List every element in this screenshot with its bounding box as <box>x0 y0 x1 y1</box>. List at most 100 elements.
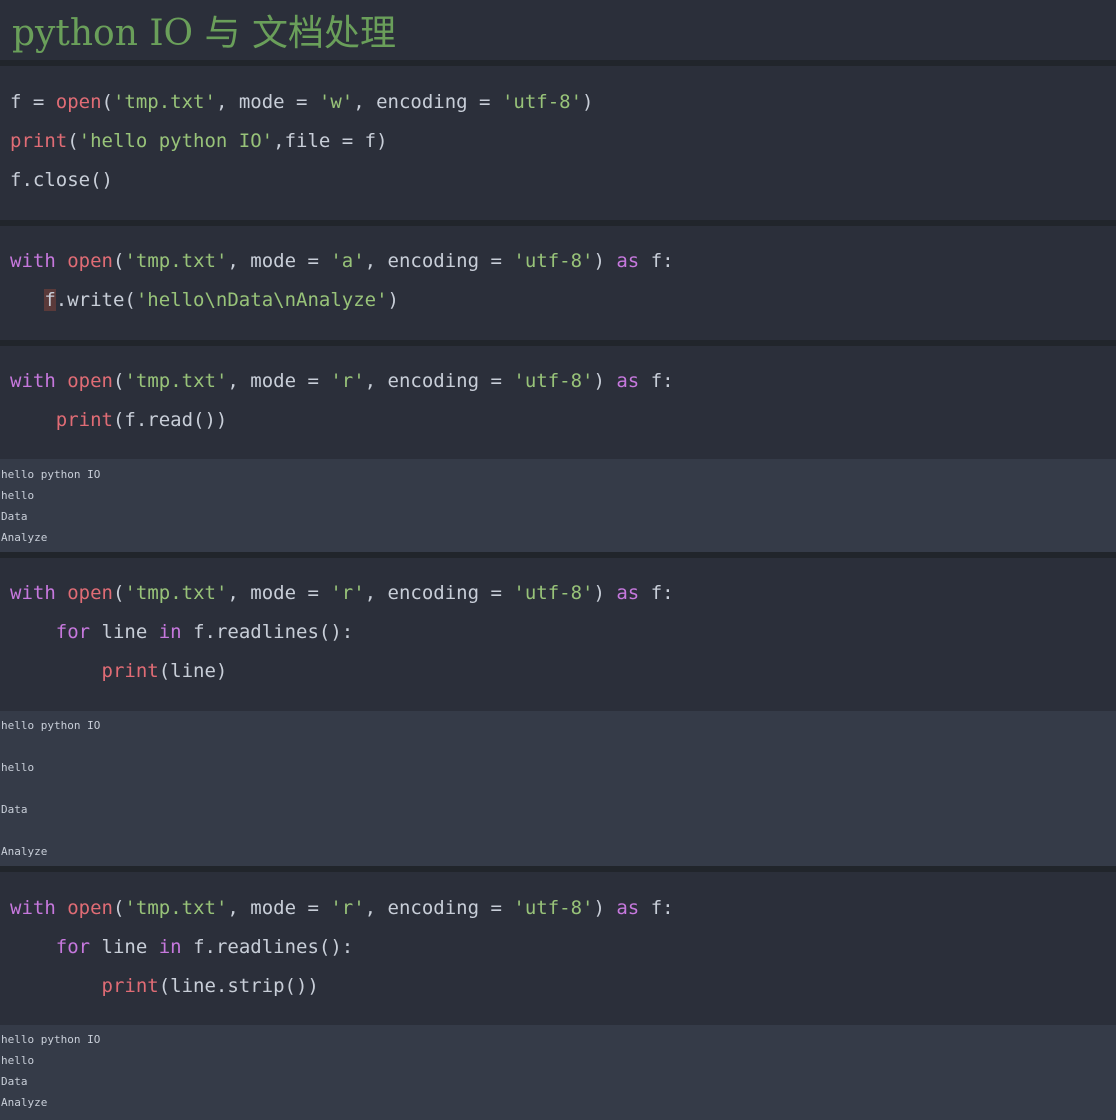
output-line: hello python IO <box>1 1033 101 1046</box>
code-token: 'tmp.txt' <box>124 582 228 604</box>
code-token: print <box>55 409 113 431</box>
code-token: , encoding = <box>353 91 502 113</box>
code-token: as <box>616 582 640 604</box>
output-line: hello <box>1 761 35 774</box>
code-token: , encoding = <box>364 250 514 272</box>
output-line: hello <box>1 489 35 502</box>
code-line: with open('tmp.txt', mode = 'a', encodin… <box>10 248 674 274</box>
code-cell[interactable]: with open('tmp.txt', mode = 'r', encodin… <box>0 872 1116 1025</box>
code-line: for line in f.readlines(): <box>10 934 353 960</box>
code-token: (line) <box>158 660 228 682</box>
code-token: ( <box>112 250 125 272</box>
code-token: , mode = <box>227 250 331 272</box>
code-token: 'tmp.txt' <box>124 897 228 919</box>
code-token: f: <box>639 897 674 919</box>
code-token: print <box>101 975 159 997</box>
code-token: f.readlines(): <box>181 936 354 958</box>
code-line: with open('tmp.txt', mode = 'r', encodin… <box>10 368 674 394</box>
code-token: ) <box>593 582 617 604</box>
code-token: ( <box>112 582 125 604</box>
code-token: f <box>44 289 56 311</box>
code-cell[interactable]: with open('tmp.txt', mode = 'r', encodin… <box>0 346 1116 459</box>
code-token: 'utf-8' <box>513 370 594 392</box>
code-token: with <box>10 897 56 919</box>
code-cell[interactable]: with open('tmp.txt', mode = 'a', encodin… <box>0 226 1116 340</box>
cell-output: hello python IO hello Data Analyze <box>0 711 1116 866</box>
code-token: 'hello\nData\nAnalyze' <box>135 289 388 311</box>
code-token: ) <box>582 91 594 113</box>
output-line: Data <box>1 510 28 523</box>
code-token: 'tmp.txt' <box>112 91 216 113</box>
output-line: hello python IO <box>1 719 101 732</box>
code-token: 'r' <box>330 582 365 604</box>
code-line: print(f.read()) <box>10 407 228 433</box>
code-token: f: <box>639 250 674 272</box>
code-token: 'utf-8' <box>513 250 594 272</box>
code-token: 'w' <box>318 91 354 113</box>
code-cell[interactable]: with open('tmp.txt', mode = 'r', encodin… <box>0 558 1116 711</box>
code-token: as <box>616 897 640 919</box>
code-token: f.readlines(): <box>181 621 354 643</box>
code-token: 'utf-8' <box>513 897 594 919</box>
code-token: 'a' <box>330 250 365 272</box>
code-token: ( <box>112 897 125 919</box>
cell-output: hello python IO hello Data Analyze <box>0 1025 1116 1120</box>
output-line: hello <box>1 1054 35 1067</box>
code-token: 'utf-8' <box>513 582 594 604</box>
code-token: , encoding = <box>364 897 514 919</box>
code-token: .write( <box>55 289 136 311</box>
code-token: open <box>67 582 113 604</box>
code-token: ) <box>387 289 399 311</box>
code-token: ,file = f) <box>273 130 388 152</box>
code-token: line <box>90 621 159 643</box>
code-token: 'utf-8' <box>501 91 583 113</box>
code-token: for <box>55 621 91 643</box>
output-line: Analyze <box>1 845 48 858</box>
code-line: with open('tmp.txt', mode = 'r', encodin… <box>10 895 674 921</box>
code-line: f = open('tmp.txt', mode = 'w', encoding… <box>10 89 593 115</box>
code-token: as <box>616 370 640 392</box>
code-token: with <box>10 370 56 392</box>
code-token: print <box>10 130 68 152</box>
code-token: , mode = <box>227 582 331 604</box>
code-line: for line in f.readlines(): <box>10 619 353 645</box>
code-token: open <box>67 250 113 272</box>
code-token: , mode = <box>227 370 331 392</box>
code-token: (f.read()) <box>112 409 228 431</box>
code-token: , encoding = <box>364 582 514 604</box>
code-token: f: <box>639 582 674 604</box>
output-line: Data <box>1 803 28 816</box>
code-token: , mode = <box>215 91 319 113</box>
code-token: f.close() <box>10 169 113 191</box>
cell-output: hello python IO hello Data Analyze <box>0 459 1116 552</box>
output-line: Analyze <box>1 1096 48 1109</box>
code-token: ( <box>101 91 113 113</box>
code-token: ) <box>593 897 617 919</box>
notebook-page: python IO 与 文档处理 f = open('tmp.txt', mod… <box>0 0 1116 1120</box>
code-token: for <box>55 936 91 958</box>
code-token: 'r' <box>330 897 365 919</box>
code-token: f: <box>639 370 674 392</box>
code-cell[interactable]: f = open('tmp.txt', mode = 'w', encoding… <box>0 66 1116 220</box>
code-line: print(line.strip()) <box>10 973 319 999</box>
output-line: Analyze <box>1 531 48 544</box>
code-token: with <box>10 250 56 272</box>
code-token: with <box>10 582 56 604</box>
code-token: , mode = <box>227 897 331 919</box>
output-line: Data <box>1 1075 28 1088</box>
code-line: f.close() <box>10 167 113 193</box>
code-token: 'r' <box>330 370 365 392</box>
code-token: in <box>158 621 182 643</box>
code-token: open <box>67 370 113 392</box>
page-title: python IO 与 文档处理 <box>12 13 396 54</box>
code-token: ( <box>112 370 125 392</box>
code-token: ) <box>593 370 617 392</box>
code-token: line <box>90 936 159 958</box>
code-token: ) <box>593 250 617 272</box>
